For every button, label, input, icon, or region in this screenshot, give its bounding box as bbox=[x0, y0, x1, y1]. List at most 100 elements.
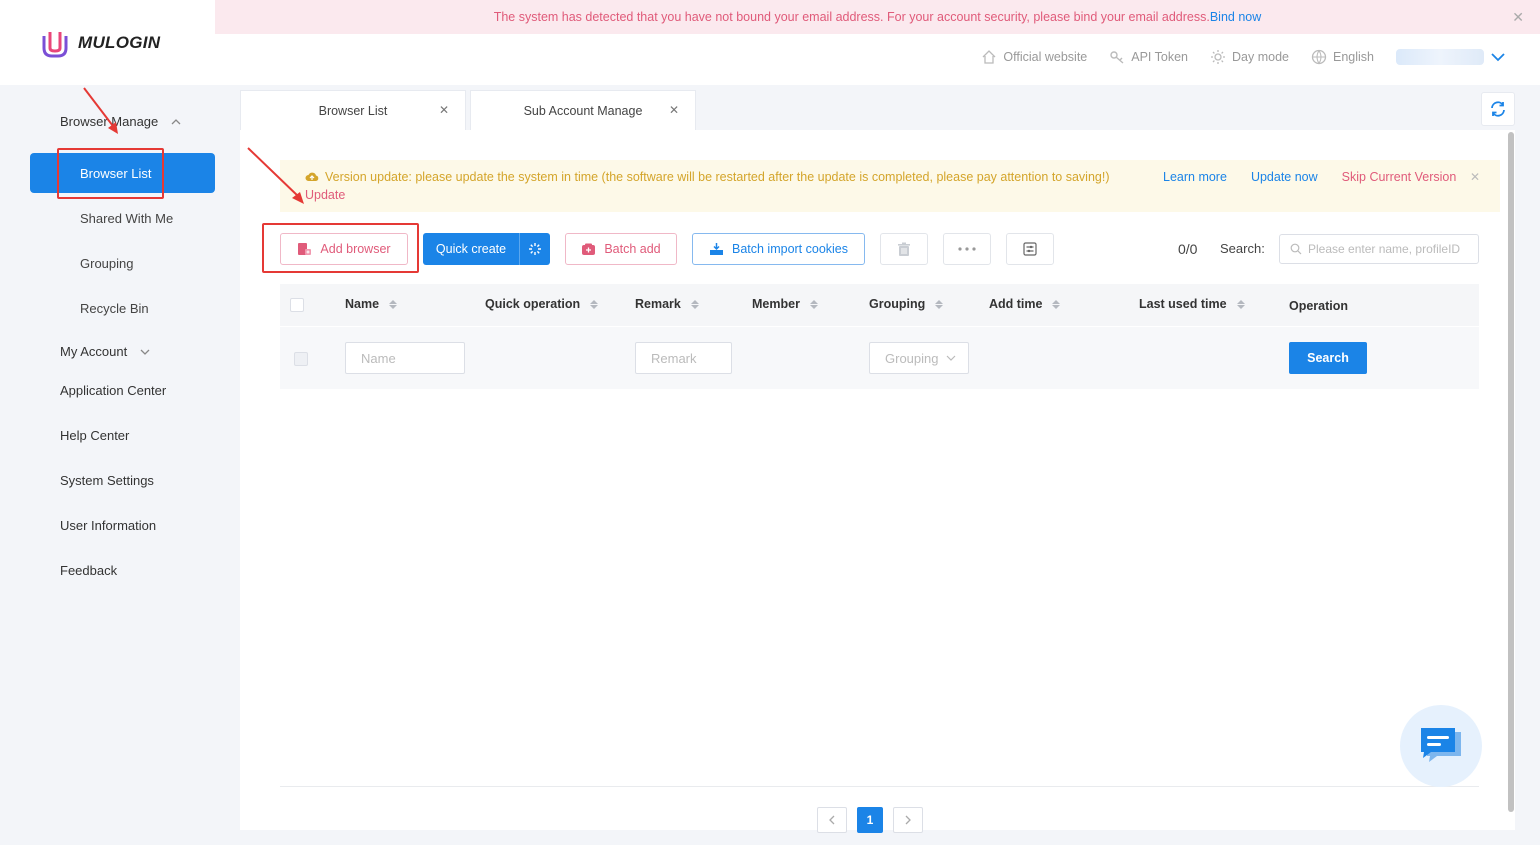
grouping-filter-placeholder: Grouping bbox=[885, 350, 939, 366]
add-browser-icon bbox=[298, 243, 312, 255]
quick-create-settings-button[interactable] bbox=[519, 233, 550, 265]
table-header: Name Quick operation Remark Member Group… bbox=[280, 284, 1479, 326]
bind-now-link[interactable]: Bind now bbox=[1210, 10, 1261, 24]
logo-text: MULOGIN bbox=[78, 32, 161, 52]
api-token-link[interactable]: API Token bbox=[1109, 49, 1188, 65]
column-header-remark[interactable]: Remark bbox=[635, 297, 699, 311]
sidebar-item-shared-with-me[interactable]: Shared With Me bbox=[80, 211, 173, 226]
sort-icon[interactable] bbox=[1236, 299, 1245, 309]
column-header-add-time[interactable]: Add time bbox=[989, 297, 1061, 311]
pagination-page-1[interactable]: 1 bbox=[857, 807, 883, 833]
sidebar-item-label: My Account bbox=[60, 344, 128, 359]
more-dots-icon bbox=[958, 247, 976, 251]
tab-sub-account-manage[interactable]: Sub Account Manage ✕ bbox=[470, 90, 696, 130]
home-icon bbox=[982, 50, 996, 64]
filter-row-checkbox bbox=[294, 352, 308, 366]
add-browser-label: Add browser bbox=[320, 242, 391, 256]
update-now-link[interactable]: Update now bbox=[1251, 170, 1318, 184]
learn-more-link[interactable]: Learn more bbox=[1163, 170, 1227, 184]
close-icon[interactable]: ✕ bbox=[669, 103, 679, 117]
add-browser-button[interactable]: Add browser bbox=[280, 233, 408, 265]
column-header-label: Name bbox=[345, 297, 380, 311]
trash-icon bbox=[898, 242, 910, 256]
table-divider bbox=[280, 786, 1479, 787]
sidebar-item-application-center[interactable]: Application Center bbox=[60, 383, 166, 398]
search-field[interactable] bbox=[1279, 234, 1479, 264]
column-header-grouping[interactable]: Grouping bbox=[869, 297, 944, 311]
column-header-label: Remark bbox=[635, 297, 681, 311]
chat-support-button[interactable] bbox=[1400, 705, 1482, 787]
settings-panel-icon bbox=[1023, 242, 1037, 256]
close-icon[interactable]: ✕ bbox=[1470, 170, 1480, 184]
sidebar-item-help-center[interactable]: Help Center bbox=[60, 428, 129, 443]
sidebar-item-feedback[interactable]: Feedback bbox=[60, 563, 117, 578]
column-header-quick-operation[interactable]: Quick operation bbox=[485, 297, 599, 311]
chat-icon bbox=[1421, 728, 1461, 762]
name-filter-field[interactable] bbox=[345, 342, 465, 374]
name-filter-input[interactable] bbox=[346, 343, 464, 373]
column-settings-button[interactable] bbox=[1006, 233, 1054, 265]
sidebar-item-system-settings[interactable]: System Settings bbox=[60, 473, 154, 488]
sidebar-item-user-information[interactable]: User Information bbox=[60, 518, 156, 533]
version-update-bar: Version update: please update the system… bbox=[280, 160, 1500, 212]
column-header-last-used-time[interactable]: Last used time bbox=[1139, 297, 1245, 311]
column-header-name[interactable]: Name bbox=[345, 297, 398, 311]
sort-icon[interactable] bbox=[590, 299, 599, 309]
batch-add-button[interactable]: Batch add bbox=[565, 233, 677, 265]
app-logo: MULOGIN bbox=[0, 0, 215, 85]
import-icon bbox=[709, 243, 723, 255]
tab-browser-list[interactable]: Browser List ✕ bbox=[240, 90, 466, 130]
tab-bar: Browser List ✕ Sub Account Manage ✕ bbox=[240, 90, 696, 130]
batch-add-icon bbox=[582, 243, 596, 255]
day-mode-toggle[interactable]: Day mode bbox=[1210, 49, 1289, 65]
close-icon[interactable]: ✕ bbox=[439, 103, 449, 117]
column-header-label: Grouping bbox=[869, 297, 926, 311]
user-menu[interactable] bbox=[1396, 49, 1506, 65]
quick-create-button[interactable]: Quick create bbox=[423, 233, 519, 265]
refresh-button[interactable] bbox=[1481, 92, 1515, 126]
sort-icon[interactable] bbox=[1052, 299, 1061, 309]
grouping-filter-select[interactable]: Grouping bbox=[869, 342, 969, 374]
sort-icon[interactable] bbox=[690, 299, 699, 309]
column-header-member[interactable]: Member bbox=[752, 297, 818, 311]
remark-filter-input[interactable] bbox=[636, 343, 731, 373]
search-button[interactable]: Search bbox=[1289, 342, 1367, 374]
batch-import-cookies-button[interactable]: Batch import cookies bbox=[692, 233, 865, 265]
mulogin-logo-icon bbox=[42, 31, 68, 57]
sidebar-item-browser-list[interactable]: Browser List bbox=[30, 153, 215, 193]
scrollbar[interactable] bbox=[1507, 130, 1515, 815]
sidebar-item-browser-manage[interactable]: Browser Manage bbox=[60, 114, 182, 129]
filter-row: Grouping Search bbox=[280, 327, 1479, 389]
pagination-prev-button[interactable] bbox=[817, 807, 847, 833]
globe-icon bbox=[1311, 49, 1327, 65]
sidebar-item-grouping[interactable]: Grouping bbox=[80, 256, 133, 271]
sort-icon[interactable] bbox=[935, 299, 944, 309]
column-header-label: Quick operation bbox=[485, 297, 581, 311]
language-selector[interactable]: English bbox=[1311, 49, 1374, 65]
official-website-link[interactable]: Official website bbox=[981, 49, 1087, 65]
user-name-blurred bbox=[1396, 49, 1484, 65]
sort-icon[interactable] bbox=[389, 299, 398, 309]
cloud-upload-icon bbox=[305, 172, 319, 181]
email-notice-text: The system has detected that you have no… bbox=[493, 10, 1210, 24]
delete-button[interactable] bbox=[880, 233, 928, 265]
sort-icon[interactable] bbox=[809, 299, 818, 309]
batch-add-label: Batch add bbox=[604, 242, 661, 256]
selection-count: 0/0 bbox=[1178, 241, 1198, 257]
sparkle-icon bbox=[529, 243, 541, 255]
close-icon[interactable]: ✕ bbox=[1512, 9, 1524, 26]
more-actions-button[interactable] bbox=[943, 233, 991, 265]
column-header-label: Last used time bbox=[1139, 297, 1227, 311]
tab-label: Sub Account Manage bbox=[523, 103, 643, 118]
select-all-checkbox[interactable] bbox=[290, 298, 304, 312]
skip-version-link[interactable]: Skip Current Version bbox=[1342, 170, 1457, 184]
sidebar-item-my-account[interactable]: My Account bbox=[60, 344, 151, 359]
scrollbar-thumb[interactable] bbox=[1508, 132, 1514, 812]
sidebar-item-recycle-bin[interactable]: Recycle Bin bbox=[80, 301, 149, 316]
official-website-label: Official website bbox=[1003, 50, 1088, 64]
remark-filter-field[interactable] bbox=[635, 342, 732, 374]
search-input[interactable] bbox=[1308, 242, 1473, 256]
version-links: Learn more Update now Skip Current Versi… bbox=[1163, 170, 1456, 184]
pagination-next-button[interactable] bbox=[893, 807, 923, 833]
chevron-right-icon bbox=[905, 815, 911, 825]
